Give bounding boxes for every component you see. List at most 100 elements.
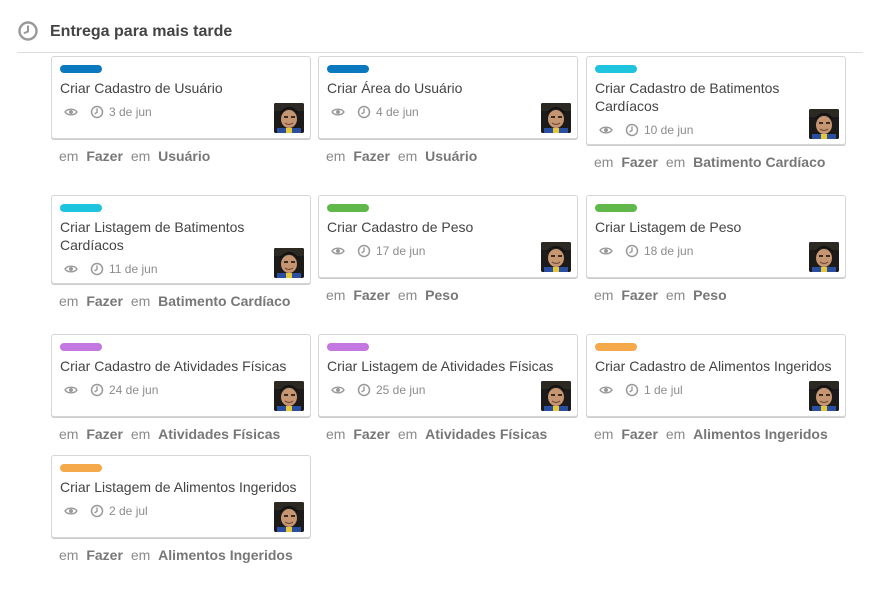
eye-icon bbox=[331, 386, 345, 394]
card-badges: 24 de jun bbox=[64, 382, 302, 398]
eye-icon bbox=[64, 386, 78, 394]
board-link[interactable]: Alimentos Ingeridos bbox=[158, 547, 293, 563]
card-container: Criar Listagem de Batimentos Cardíacos 1… bbox=[51, 195, 311, 309]
meta-between: em bbox=[130, 547, 151, 563]
eye-icon bbox=[599, 247, 613, 255]
card[interactable]: Criar Listagem de Peso 18 de jun bbox=[586, 195, 846, 278]
due-date: 11 de jun bbox=[109, 262, 158, 276]
due-date: 18 de jun bbox=[644, 244, 694, 258]
card-meta: em Fazer em Peso bbox=[326, 287, 578, 303]
card-meta: em Fazer em Batimento Cardíaco bbox=[594, 154, 846, 170]
eye-icon bbox=[599, 126, 613, 134]
meta-prefix: em bbox=[59, 426, 79, 442]
avatar-photo bbox=[274, 381, 304, 411]
list-link[interactable]: Fazer bbox=[621, 154, 658, 170]
card[interactable]: Criar Cadastro de Alimentos Ingeridos 1 … bbox=[586, 334, 846, 417]
list-link[interactable]: Fazer bbox=[621, 287, 658, 303]
card-meta: em Fazer em Usuário bbox=[59, 148, 311, 164]
card-meta: em Fazer em Atividades Físicas bbox=[326, 426, 578, 442]
card[interactable]: Criar Cadastro de Usuário 3 de jun bbox=[51, 56, 311, 139]
card-container: Criar Cadastro de Peso 17 de jun em Faze… bbox=[318, 195, 578, 303]
due-date-clock-icon bbox=[90, 383, 104, 397]
card-badges: 25 de jun bbox=[331, 382, 569, 398]
card-container: Criar Listagem de Peso 18 de jun em Faze… bbox=[586, 195, 846, 303]
list-link[interactable]: Fazer bbox=[353, 426, 390, 442]
list-link[interactable]: Fazer bbox=[621, 426, 658, 442]
board-link[interactable]: Atividades Físicas bbox=[425, 426, 547, 442]
card-label bbox=[60, 343, 102, 351]
avatar[interactable] bbox=[809, 109, 839, 139]
avatar-photo bbox=[541, 103, 571, 133]
board-link[interactable]: Batimento Cardíaco bbox=[693, 154, 825, 170]
due-date-clock-icon bbox=[625, 244, 639, 258]
list-link[interactable]: Fazer bbox=[353, 148, 390, 164]
board-link[interactable]: Alimentos Ingeridos bbox=[693, 426, 828, 442]
avatar[interactable] bbox=[809, 381, 839, 411]
card-label bbox=[60, 65, 102, 73]
due-date-clock-icon bbox=[90, 262, 104, 276]
avatar-photo bbox=[274, 502, 304, 532]
avatar[interactable] bbox=[809, 242, 839, 272]
board-link[interactable]: Peso bbox=[693, 287, 726, 303]
meta-between: em bbox=[397, 426, 418, 442]
meta-between: em bbox=[130, 293, 151, 309]
list-link[interactable]: Fazer bbox=[86, 426, 123, 442]
board-link[interactable]: Usuário bbox=[425, 148, 477, 164]
card-title: Criar Cadastro de Alimentos Ingeridos bbox=[595, 358, 832, 374]
avatar-photo bbox=[809, 109, 839, 139]
board-link[interactable]: Batimento Cardíaco bbox=[158, 293, 290, 309]
avatar[interactable] bbox=[541, 242, 571, 272]
meta-prefix: em bbox=[59, 293, 79, 309]
card-label bbox=[60, 204, 102, 212]
card[interactable]: Criar Cadastro de Atividades Físicas 24 … bbox=[51, 334, 311, 417]
due-date: 17 de jun bbox=[376, 244, 426, 258]
board-link[interactable]: Usuário bbox=[158, 148, 210, 164]
card-badges: 1 de jul bbox=[599, 382, 837, 398]
card-meta: em Fazer em Peso bbox=[594, 287, 846, 303]
meta-prefix: em bbox=[594, 154, 614, 170]
due-date: 2 de jul bbox=[109, 504, 148, 518]
meta-between: em bbox=[130, 148, 151, 164]
meta-prefix: em bbox=[326, 148, 346, 164]
due-date: 10 de jun bbox=[644, 123, 694, 137]
eye-icon bbox=[331, 247, 345, 255]
meta-prefix: em bbox=[594, 426, 614, 442]
card-badges: 4 de jun bbox=[331, 104, 569, 120]
avatar[interactable] bbox=[541, 103, 571, 133]
avatar[interactable] bbox=[274, 248, 304, 278]
meta-prefix: em bbox=[326, 426, 346, 442]
avatar[interactable] bbox=[274, 502, 304, 532]
meta-prefix: em bbox=[59, 547, 79, 563]
due-date: 1 de jul bbox=[644, 383, 683, 397]
card[interactable]: Criar Listagem de Batimentos Cardíacos 1… bbox=[51, 195, 311, 284]
card[interactable]: Criar Listagem de Alimentos Ingeridos 2 … bbox=[51, 455, 311, 538]
avatar[interactable] bbox=[274, 381, 304, 411]
card-container: Criar Cadastro de Alimentos Ingeridos 1 … bbox=[586, 334, 846, 442]
card-badges: 11 de jun bbox=[64, 261, 302, 277]
card-title: Criar Listagem de Batimentos Cardíacos bbox=[60, 219, 245, 253]
card-title: Criar Listagem de Alimentos Ingeridos bbox=[60, 479, 297, 495]
card-label bbox=[327, 65, 369, 73]
card-badges: 18 de jun bbox=[599, 243, 837, 259]
board-link[interactable]: Peso bbox=[425, 287, 458, 303]
list-link[interactable]: Fazer bbox=[86, 547, 123, 563]
list-link[interactable]: Fazer bbox=[353, 287, 390, 303]
list-link[interactable]: Fazer bbox=[86, 293, 123, 309]
due-date-clock-icon bbox=[625, 123, 639, 137]
due-date-clock-icon bbox=[357, 244, 371, 258]
avatar-photo bbox=[274, 248, 304, 278]
section-header: Entrega para mais tarde bbox=[17, 20, 863, 53]
meta-prefix: em bbox=[326, 287, 346, 303]
avatar[interactable] bbox=[541, 381, 571, 411]
avatar[interactable] bbox=[274, 103, 304, 133]
card[interactable]: Criar Área do Usuário 4 de jun bbox=[318, 56, 578, 139]
card[interactable]: Criar Cadastro de Batimentos Cardíacos 1… bbox=[586, 56, 846, 145]
card-container: Criar Cadastro de Usuário 3 de jun em Fa… bbox=[51, 56, 311, 164]
due-date-clock-icon bbox=[625, 383, 639, 397]
card[interactable]: Criar Listagem de Atividades Físicas 25 … bbox=[318, 334, 578, 417]
card-title: Criar Listagem de Peso bbox=[595, 219, 742, 235]
board-link[interactable]: Atividades Físicas bbox=[158, 426, 280, 442]
due-date: 3 de jun bbox=[109, 105, 152, 119]
list-link[interactable]: Fazer bbox=[86, 148, 123, 164]
card[interactable]: Criar Cadastro de Peso 17 de jun bbox=[318, 195, 578, 278]
